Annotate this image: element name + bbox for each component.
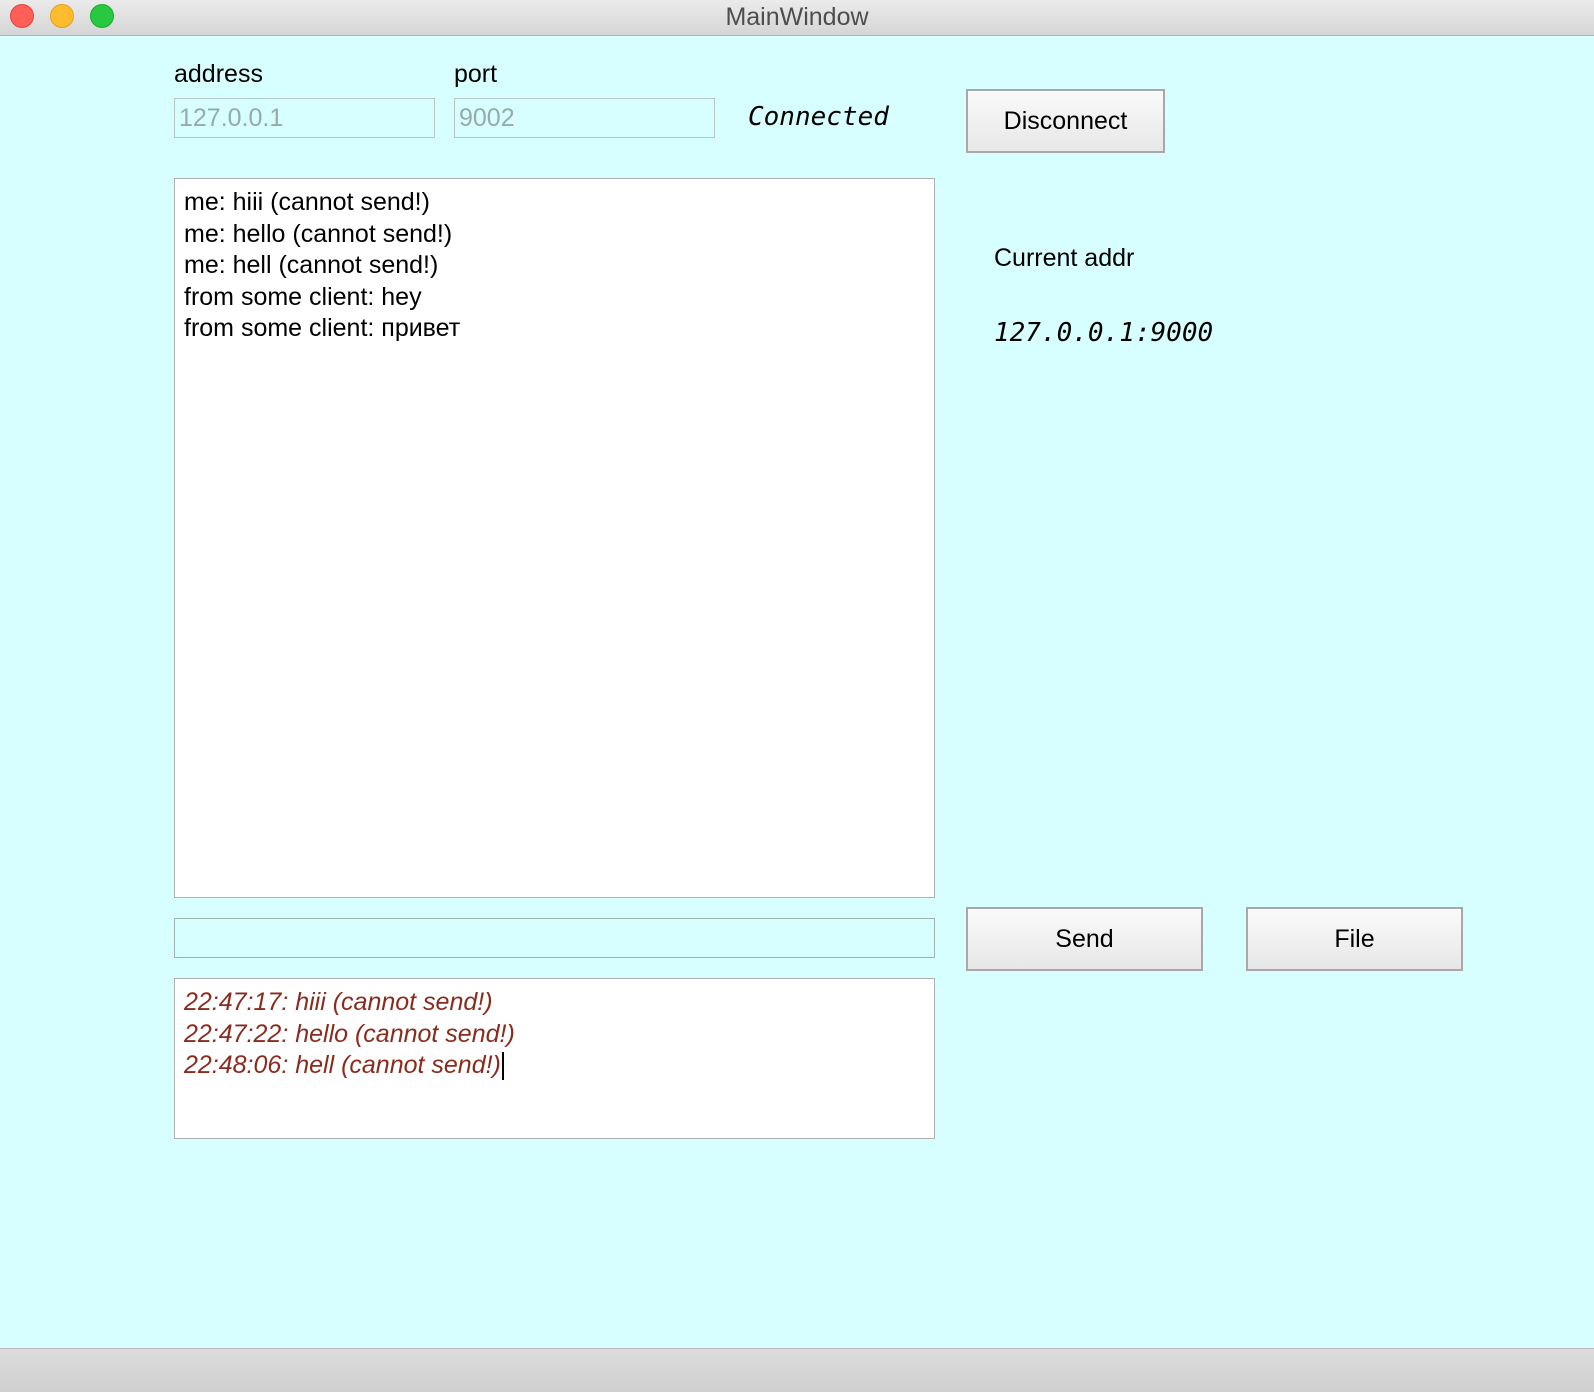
address-field[interactable] bbox=[174, 98, 435, 138]
message-line: from some client: hey bbox=[184, 282, 422, 311]
title-bar[interactable]: MainWindow bbox=[0, 0, 1594, 36]
log-line: 22:47:22: hello (cannot send!) bbox=[184, 1019, 925, 1051]
address-label: address bbox=[174, 60, 263, 88]
log-line-text: 22:47:22: hello (cannot send!) bbox=[184, 1019, 515, 1048]
status-bar bbox=[0, 1348, 1594, 1392]
current-addr-label: Current addr bbox=[994, 244, 1135, 272]
disconnect-button[interactable]: Disconnect bbox=[966, 89, 1165, 153]
messages-list: me: hiii (cannot send!) me: hello (cannot… bbox=[184, 187, 925, 345]
connection-status: Connected bbox=[748, 102, 889, 132]
main-window: MainWindow address port Connected Discon… bbox=[0, 0, 1594, 1392]
log-view[interactable]: 22:47:17: hiii (cannot send!) 22:47:22: h… bbox=[174, 978, 935, 1139]
messages-view[interactable]: me: hiii (cannot send!) me: hello (cannot… bbox=[174, 178, 935, 898]
message-line: me: hell (cannot send!) bbox=[184, 251, 439, 279]
message-input[interactable] bbox=[174, 918, 935, 958]
send-button[interactable]: Send bbox=[966, 907, 1203, 971]
log-line-text: 22:48:06: hell (cannot send!) bbox=[184, 1051, 501, 1079]
file-button[interactable]: File bbox=[1246, 907, 1463, 971]
text-caret bbox=[501, 1052, 504, 1081]
current-addr-value: 127.0.0.1:9000 bbox=[994, 318, 1214, 348]
port-label: port bbox=[454, 60, 498, 88]
log-line-text: 22:47:17: hiii (cannot send!) bbox=[184, 988, 493, 1016]
port-field[interactable] bbox=[454, 98, 715, 138]
message-line: me: hiii (cannot send!) bbox=[184, 188, 430, 216]
window-title: MainWindow bbox=[725, 3, 869, 31]
message-line: me: hello (cannot send!) bbox=[184, 219, 453, 248]
log-line: 22:48:06: hell (cannot send!) bbox=[184, 1050, 925, 1082]
message-line: from some client: привет bbox=[184, 314, 461, 342]
log-line: 22:47:17: hiii (cannot send!) bbox=[184, 987, 925, 1019]
log-list: 22:47:17: hiii (cannot send!) 22:47:22: h… bbox=[184, 987, 925, 1082]
